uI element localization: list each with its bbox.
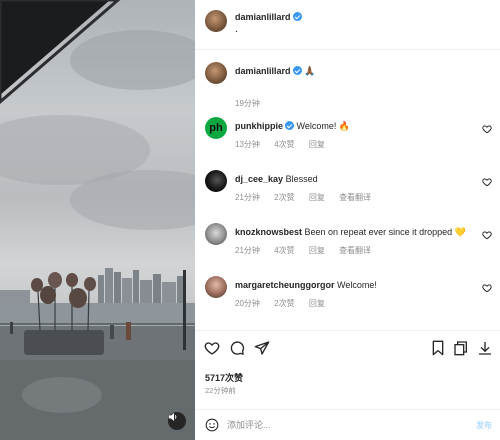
comment-time: 20分钟: [235, 299, 260, 308]
reply-button[interactable]: 回复: [309, 193, 325, 202]
post-video[interactable]: [0, 0, 195, 440]
caption-line: damianlillard 🙏🏾: [235, 66, 480, 77]
avatar[interactable]: [205, 170, 227, 192]
comment-item: ph punkhippie Welcome! 🔥 13分钟 4次赞 回复: [205, 117, 495, 151]
comment-meta: 13分钟 4次赞 回复: [235, 139, 337, 150]
author-username[interactable]: damianlillard: [235, 12, 291, 22]
avatar[interactable]: ph: [205, 117, 227, 139]
likes-count[interactable]: 5717次赞: [205, 371, 243, 384]
see-translation-button[interactable]: 查看翻译: [339, 193, 371, 202]
caption-text: 🙏🏾: [304, 66, 316, 76]
post-author: damianlillard: [235, 12, 302, 22]
verified-badge-icon: [292, 66, 302, 75]
avatar[interactable]: [205, 223, 227, 245]
header-subtitle: .: [235, 23, 239, 35]
instagram-post-viewer: damianlillard . damianlillard 🙏🏾 19分钟 ph: [0, 0, 500, 440]
send-icon[interactable]: [254, 340, 270, 356]
comment-time: 21分钟: [235, 193, 260, 202]
comment-item: dj_cee_kay Blessed 21分钟 2次赞 回复 查看翻译: [205, 170, 495, 204]
speaker-icon: [169, 413, 177, 421]
comment-username[interactable]: dj_cee_kay: [235, 174, 283, 184]
post-header: damianlillard .: [195, 0, 500, 50]
verified-badge-icon: [285, 121, 294, 130]
emoji-icon[interactable]: [205, 418, 219, 432]
comment-text: Been on repeat ever since it dropped 💛: [304, 227, 466, 237]
comment-likes[interactable]: 4次赞: [274, 246, 294, 255]
reply-button[interactable]: 回复: [309, 246, 325, 255]
verified-badge-icon: [292, 12, 302, 21]
comment-likes[interactable]: 2次赞: [274, 299, 294, 308]
caption-time: 19分钟: [235, 99, 260, 108]
comment-icon[interactable]: [229, 340, 245, 356]
comment-time: 21分钟: [235, 246, 260, 255]
comment-item: margaretcheunggorgor Welcome! 20分钟 2次赞 回…: [205, 276, 495, 310]
heart-icon[interactable]: [482, 177, 492, 187]
bookmark-icon[interactable]: [430, 340, 446, 356]
reply-button[interactable]: 回复: [309, 140, 325, 149]
comments-list[interactable]: damianlillard 🙏🏾 19分钟 ph punkhippie Welc…: [195, 50, 500, 330]
comment-meta: 20分钟 2次赞 回复: [235, 298, 337, 309]
comment-text: Blessed: [285, 174, 318, 184]
heart-icon[interactable]: [204, 340, 220, 356]
comment-username[interactable]: knozknowsbest: [235, 227, 302, 237]
avatar[interactable]: [205, 276, 227, 298]
comment-time: 13分钟: [235, 140, 260, 149]
post-actions: 5717次赞 22分钟前 发布: [195, 330, 500, 434]
avatar-initials: ph: [209, 122, 223, 134]
avatar[interactable]: [205, 62, 227, 84]
heart-icon[interactable]: [482, 124, 492, 134]
comment-item: knozknowsbest Been on repeat ever since …: [205, 223, 495, 257]
caption-username[interactable]: damianlillard: [235, 66, 291, 76]
post-details-panel: damianlillard . damianlillard 🙏🏾 19分钟 ph: [195, 0, 500, 440]
comment-likes[interactable]: 2次赞: [274, 193, 294, 202]
avatar[interactable]: [205, 10, 227, 32]
comment-input[interactable]: [227, 416, 457, 434]
heart-icon[interactable]: [482, 283, 492, 293]
comment-text: Welcome!: [337, 280, 377, 290]
comment-line: knozknowsbest Been on repeat ever since …: [235, 227, 480, 238]
comment-line: margaretcheunggorgor Welcome!: [235, 280, 480, 290]
caption-meta: 19分钟: [235, 98, 272, 109]
post-caption: damianlillard 🙏🏾 19分钟: [205, 62, 495, 108]
post-time: 22分钟前: [205, 386, 236, 395]
harbour-scene: [0, 0, 195, 440]
comment-meta: 21分钟 2次赞 回复 查看翻译: [235, 192, 383, 203]
comment-meta: 21分钟 4次赞 回复 查看翻译: [235, 245, 383, 256]
comment-username[interactable]: punkhippie: [235, 121, 283, 131]
comment-line: dj_cee_kay Blessed: [235, 174, 480, 184]
download-icon[interactable]: [477, 340, 493, 356]
comment-username[interactable]: margaretcheunggorgor: [235, 280, 335, 290]
mute-toggle-button[interactable]: [168, 412, 186, 430]
post-comment-button[interactable]: 发布: [476, 420, 492, 431]
comment-line: punkhippie Welcome! 🔥: [235, 121, 480, 132]
comment-likes[interactable]: 4次赞: [274, 140, 294, 149]
comment-text: Welcome! 🔥: [296, 121, 351, 131]
collection-icon[interactable]: [453, 340, 469, 356]
reply-button[interactable]: 回复: [309, 299, 325, 308]
comment-composer: 发布: [195, 409, 500, 440]
see-translation-button[interactable]: 查看翻译: [339, 246, 371, 255]
heart-icon[interactable]: [482, 230, 492, 240]
